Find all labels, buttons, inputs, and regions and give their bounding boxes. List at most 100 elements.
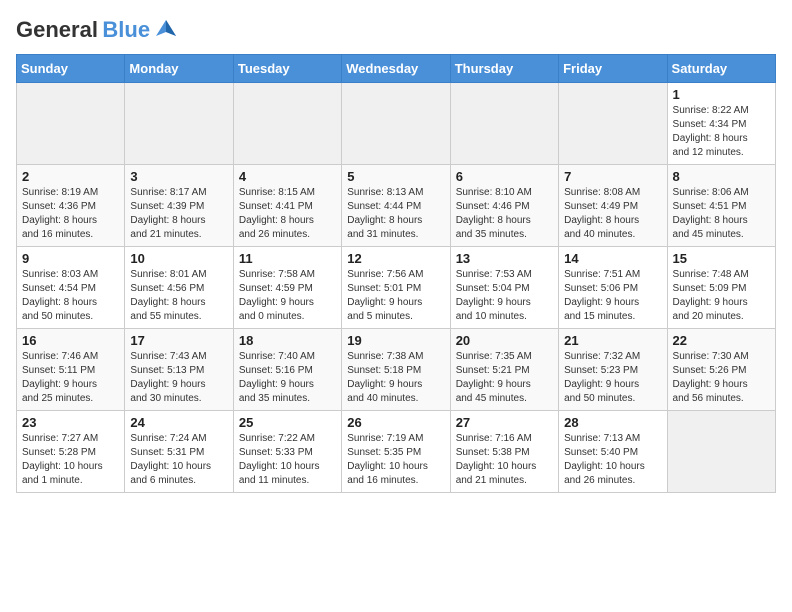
- day-info: Sunrise: 7:30 AM Sunset: 5:26 PM Dayligh…: [673, 350, 770, 406]
- day-number: 2: [22, 169, 119, 184]
- day-info: Sunrise: 7:58 AM Sunset: 4:59 PM Dayligh…: [239, 268, 336, 324]
- calendar-cell: 4 Sunrise: 8:15 AM Sunset: 4:41 PM Daylig…: [233, 165, 341, 247]
- calendar-cell: 10 Sunrise: 8:01 AM Sunset: 4:56 PM Dayli…: [125, 247, 233, 329]
- calendar-cell: [125, 83, 233, 165]
- calendar-week-3: 9Sunrise: 8:03 AM Sunset: 4:54 PM Daylig…: [17, 247, 776, 329]
- calendar-header-monday: Monday: [125, 55, 233, 83]
- day-number: 18: [239, 333, 336, 348]
- logo: General Blue: [16, 16, 180, 44]
- calendar-cell: 23 Sunrise: 7:27 AM Sunset: 5:28 PM Dayli…: [17, 411, 125, 493]
- day-number: 3: [130, 169, 227, 184]
- logo-bird-icon: [152, 16, 180, 44]
- day-number: 11: [239, 251, 336, 266]
- day-number: 13: [456, 251, 553, 266]
- calendar-cell: 21 Sunrise: 7:32 AM Sunset: 5:23 PM Dayli…: [559, 329, 667, 411]
- calendar-cell: 13Sunrise: 7:53 AM Sunset: 5:04 PM Dayli…: [450, 247, 558, 329]
- day-number: 23: [22, 415, 119, 430]
- logo-blue: Blue: [102, 17, 150, 42]
- day-info: Sunrise: 7:32 AM Sunset: 5:23 PM Dayligh…: [564, 350, 661, 406]
- day-number: 5: [347, 169, 444, 184]
- day-info: Sunrise: 7:48 AM Sunset: 5:09 PM Dayligh…: [673, 268, 770, 324]
- calendar-cell: 18 Sunrise: 7:40 AM Sunset: 5:16 PM Dayli…: [233, 329, 341, 411]
- calendar-cell: 11 Sunrise: 7:58 AM Sunset: 4:59 PM Dayli…: [233, 247, 341, 329]
- day-info: Sunrise: 7:13 AM Sunset: 5:40 PM Dayligh…: [564, 432, 661, 488]
- day-number: 25: [239, 415, 336, 430]
- day-number: 8: [673, 169, 770, 184]
- day-number: 20: [456, 333, 553, 348]
- calendar-cell: [667, 411, 775, 493]
- calendar-cell: 28 Sunrise: 7:13 AM Sunset: 5:40 PM Dayli…: [559, 411, 667, 493]
- day-number: 19: [347, 333, 444, 348]
- calendar-cell: 14 Sunrise: 7:51 AM Sunset: 5:06 PM Dayli…: [559, 247, 667, 329]
- day-info: Sunrise: 7:38 AM Sunset: 5:18 PM Dayligh…: [347, 350, 444, 406]
- day-info: Sunrise: 8:15 AM Sunset: 4:41 PM Dayligh…: [239, 186, 336, 242]
- day-info: Sunrise: 8:10 AM Sunset: 4:46 PM Dayligh…: [456, 186, 553, 242]
- day-info: Sunrise: 7:27 AM Sunset: 5:28 PM Dayligh…: [22, 432, 119, 488]
- calendar: SundayMondayTuesdayWednesdayThursdayFrid…: [16, 54, 776, 493]
- day-info: Sunrise: 8:22 AM Sunset: 4:34 PM Dayligh…: [673, 104, 770, 160]
- calendar-week-5: 23 Sunrise: 7:27 AM Sunset: 5:28 PM Dayli…: [17, 411, 776, 493]
- day-number: 1: [673, 87, 770, 102]
- calendar-header-sunday: Sunday: [17, 55, 125, 83]
- calendar-cell: [559, 83, 667, 165]
- day-info: Sunrise: 8:01 AM Sunset: 4:56 PM Dayligh…: [130, 268, 227, 324]
- calendar-cell: 5 Sunrise: 8:13 AM Sunset: 4:44 PM Daylig…: [342, 165, 450, 247]
- calendar-header-thursday: Thursday: [450, 55, 558, 83]
- calendar-header-saturday: Saturday: [667, 55, 775, 83]
- calendar-cell: 16 Sunrise: 7:46 AM Sunset: 5:11 PM Dayli…: [17, 329, 125, 411]
- day-number: 14: [564, 251, 661, 266]
- calendar-week-1: 1 Sunrise: 8:22 AM Sunset: 4:34 PM Daylig…: [17, 83, 776, 165]
- day-number: 24: [130, 415, 227, 430]
- calendar-cell: 12Sunrise: 7:56 AM Sunset: 5:01 PM Dayli…: [342, 247, 450, 329]
- day-number: 16: [22, 333, 119, 348]
- day-number: 27: [456, 415, 553, 430]
- day-info: Sunrise: 8:13 AM Sunset: 4:44 PM Dayligh…: [347, 186, 444, 242]
- calendar-cell: 17 Sunrise: 7:43 AM Sunset: 5:13 PM Dayli…: [125, 329, 233, 411]
- calendar-cell: 3Sunrise: 8:17 AM Sunset: 4:39 PM Daylig…: [125, 165, 233, 247]
- calendar-cell: 2 Sunrise: 8:19 AM Sunset: 4:36 PM Daylig…: [17, 165, 125, 247]
- calendar-cell: [342, 83, 450, 165]
- day-number: 22: [673, 333, 770, 348]
- day-number: 9: [22, 251, 119, 266]
- calendar-header-row: SundayMondayTuesdayWednesdayThursdayFrid…: [17, 55, 776, 83]
- day-info: Sunrise: 7:35 AM Sunset: 5:21 PM Dayligh…: [456, 350, 553, 406]
- calendar-cell: 27 Sunrise: 7:16 AM Sunset: 5:38 PM Dayli…: [450, 411, 558, 493]
- day-number: 28: [564, 415, 661, 430]
- day-info: Sunrise: 7:19 AM Sunset: 5:35 PM Dayligh…: [347, 432, 444, 488]
- day-info: Sunrise: 7:43 AM Sunset: 5:13 PM Dayligh…: [130, 350, 227, 406]
- calendar-cell: 7Sunrise: 8:08 AM Sunset: 4:49 PM Daylig…: [559, 165, 667, 247]
- calendar-cell: 25 Sunrise: 7:22 AM Sunset: 5:33 PM Dayli…: [233, 411, 341, 493]
- calendar-week-4: 16 Sunrise: 7:46 AM Sunset: 5:11 PM Dayli…: [17, 329, 776, 411]
- calendar-cell: [450, 83, 558, 165]
- calendar-cell: 6 Sunrise: 8:10 AM Sunset: 4:46 PM Daylig…: [450, 165, 558, 247]
- day-number: 10: [130, 251, 227, 266]
- calendar-week-2: 2 Sunrise: 8:19 AM Sunset: 4:36 PM Daylig…: [17, 165, 776, 247]
- day-info: Sunrise: 7:56 AM Sunset: 5:01 PM Dayligh…: [347, 268, 444, 324]
- calendar-cell: 20 Sunrise: 7:35 AM Sunset: 5:21 PM Dayli…: [450, 329, 558, 411]
- day-number: 6: [456, 169, 553, 184]
- day-info: Sunrise: 7:22 AM Sunset: 5:33 PM Dayligh…: [239, 432, 336, 488]
- calendar-cell: 8 Sunrise: 8:06 AM Sunset: 4:51 PM Daylig…: [667, 165, 775, 247]
- calendar-cell: [17, 83, 125, 165]
- day-info: Sunrise: 8:19 AM Sunset: 4:36 PM Dayligh…: [22, 186, 119, 242]
- day-number: 21: [564, 333, 661, 348]
- day-number: 26: [347, 415, 444, 430]
- day-info: Sunrise: 8:08 AM Sunset: 4:49 PM Dayligh…: [564, 186, 661, 242]
- calendar-cell: 24Sunrise: 7:24 AM Sunset: 5:31 PM Dayli…: [125, 411, 233, 493]
- calendar-cell: 9Sunrise: 8:03 AM Sunset: 4:54 PM Daylig…: [17, 247, 125, 329]
- calendar-cell: 26 Sunrise: 7:19 AM Sunset: 5:35 PM Dayli…: [342, 411, 450, 493]
- day-info: Sunrise: 7:51 AM Sunset: 5:06 PM Dayligh…: [564, 268, 661, 324]
- day-info: Sunrise: 7:46 AM Sunset: 5:11 PM Dayligh…: [22, 350, 119, 406]
- day-number: 17: [130, 333, 227, 348]
- calendar-header-friday: Friday: [559, 55, 667, 83]
- day-number: 4: [239, 169, 336, 184]
- day-info: Sunrise: 7:40 AM Sunset: 5:16 PM Dayligh…: [239, 350, 336, 406]
- day-info: Sunrise: 7:16 AM Sunset: 5:38 PM Dayligh…: [456, 432, 553, 488]
- calendar-cell: 1 Sunrise: 8:22 AM Sunset: 4:34 PM Daylig…: [667, 83, 775, 165]
- day-number: 15: [673, 251, 770, 266]
- page-header: General Blue: [16, 16, 776, 44]
- logo-general: General: [16, 17, 98, 42]
- day-info: Sunrise: 8:06 AM Sunset: 4:51 PM Dayligh…: [673, 186, 770, 242]
- calendar-cell: [233, 83, 341, 165]
- calendar-cell: 15 Sunrise: 7:48 AM Sunset: 5:09 PM Dayli…: [667, 247, 775, 329]
